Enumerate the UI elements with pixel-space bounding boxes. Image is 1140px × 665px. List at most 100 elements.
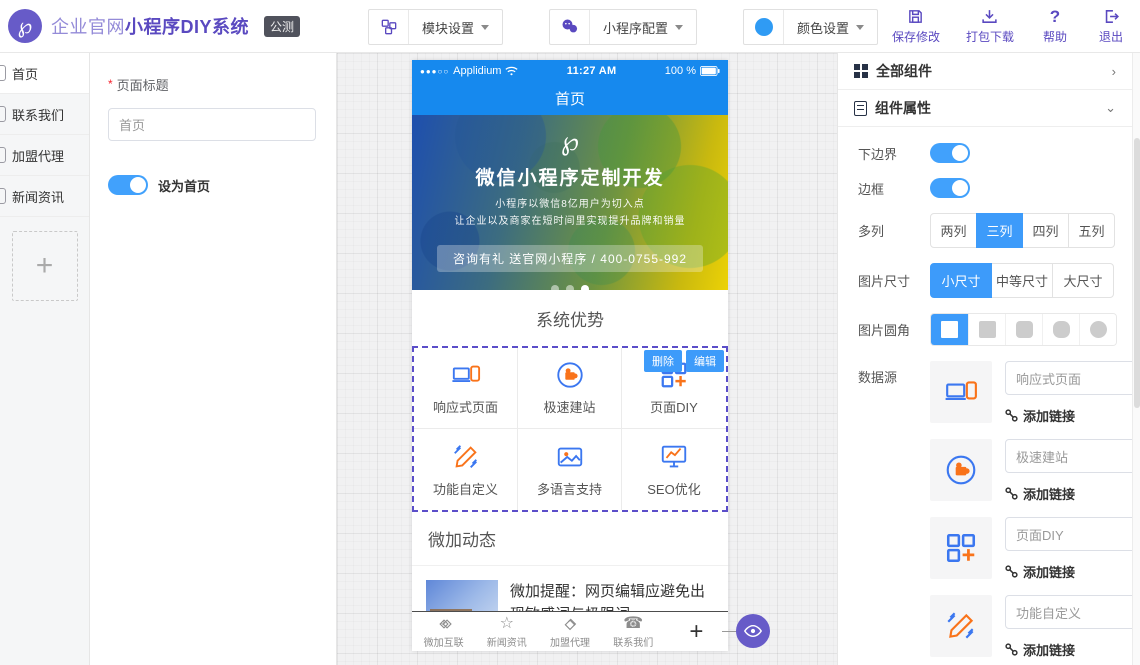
- columns-option-5[interactable]: 五列: [1068, 213, 1115, 248]
- delete-module-button[interactable]: 删除: [644, 350, 682, 372]
- exit-label: 退出: [1099, 28, 1123, 45]
- add-link-button[interactable]: 添加链接: [1005, 406, 1132, 425]
- all-components-header[interactable]: 全部组件 ›: [838, 53, 1132, 90]
- size-option-small-selected[interactable]: 小尺寸: [930, 263, 992, 298]
- feature-grid: 响应式页面 极速建站 页面DIY 功能自定义: [414, 348, 726, 510]
- banner-slide[interactable]: ℘ 微信小程序定制开发 小程序以微信8亿用户为切入点 让企业以及商家在短时间里实…: [412, 115, 728, 290]
- plus-icon: +: [36, 249, 54, 283]
- tab-contact[interactable]: ☎ 联系我们: [602, 615, 665, 649]
- datasource-label: 数据源: [858, 361, 930, 386]
- page-list-sidebar: 首页 联系我们 加盟代理 新闻资讯 +: [0, 53, 90, 665]
- chevron-right-icon: ›: [1112, 64, 1116, 79]
- set-home-toggle[interactable]: [108, 175, 148, 195]
- add-link-button[interactable]: 添加链接: [1005, 484, 1132, 503]
- battery-icon: [700, 66, 720, 76]
- phone-nav-title: 首页: [412, 82, 728, 115]
- feature-language[interactable]: 多语言支持: [518, 429, 622, 510]
- panel-scrollbar[interactable]: [1132, 53, 1140, 665]
- size-option-large[interactable]: 大尺寸: [1052, 263, 1114, 298]
- border-toggle[interactable]: [930, 178, 970, 198]
- save-label: 保存修改: [892, 28, 940, 45]
- datasource-title-input[interactable]: [1005, 595, 1132, 629]
- scrollbar-thumb[interactable]: [1134, 138, 1140, 408]
- radius-option-4[interactable]: [1079, 314, 1116, 345]
- bottom-border-toggle[interactable]: [930, 143, 970, 163]
- carousel-dot[interactable]: [566, 285, 574, 290]
- phone-tabbar: 微加互联 ☆ 新闻资讯 加盟代理 ☎ 联系我们 +: [412, 611, 728, 651]
- feature-seo[interactable]: SEO优化: [622, 429, 726, 510]
- size-option-medium[interactable]: 中等尺寸: [991, 263, 1053, 298]
- carousel-dot[interactable]: [551, 285, 559, 290]
- sidebar-item-agency[interactable]: 加盟代理: [0, 135, 89, 176]
- component-props-header[interactable]: 组件属性 ⌄: [838, 90, 1132, 127]
- sidebar-item-label: 新闻资讯: [12, 187, 64, 206]
- bottom-border-label: 下边界: [858, 144, 930, 163]
- help-button[interactable]: ? 帮助: [1040, 7, 1070, 45]
- page-settings-panel: *页面标题 设为首页: [90, 53, 337, 665]
- sidebar-item-home[interactable]: 首页: [0, 53, 89, 94]
- page-icon: [0, 65, 6, 81]
- columns-label: 多列: [858, 221, 930, 240]
- datasource-item-diy: 添加链接: [930, 517, 1132, 581]
- edit-module-button[interactable]: 编辑: [686, 350, 724, 372]
- feature-speed[interactable]: 极速建站: [518, 348, 622, 429]
- fast-build-icon: [555, 360, 585, 390]
- section-title-news: 微加动态: [412, 512, 728, 566]
- clock-label: 11:27 AM: [522, 65, 660, 77]
- add-page-button[interactable]: +: [12, 231, 78, 301]
- color-settings-label: 颜色设置: [797, 18, 849, 37]
- section-title-advantages: 系统优势: [412, 290, 728, 346]
- carousel-dot-active[interactable]: [581, 285, 589, 290]
- selected-module[interactable]: 删除 编辑 响应式页面 极速建站 页面DIY: [412, 346, 728, 512]
- sidebar-item-news[interactable]: 新闻资讯: [0, 176, 89, 217]
- page-title-input[interactable]: [108, 108, 316, 141]
- chevron-down-icon: [481, 25, 489, 30]
- page-icon: [0, 106, 6, 122]
- columns-option-2[interactable]: 两列: [930, 213, 977, 248]
- module-settings-button[interactable]: 模块设置: [368, 9, 503, 45]
- carousel-dots: [551, 285, 589, 290]
- radius-option-1[interactable]: [968, 314, 1005, 345]
- add-tab-button[interactable]: +: [665, 618, 728, 646]
- sidebar-item-contact[interactable]: 联系我们: [0, 94, 89, 135]
- radius-option-0-selected[interactable]: [931, 314, 968, 345]
- tab-news[interactable]: ☆ 新闻资讯: [475, 615, 538, 649]
- preview-eye-button[interactable]: [736, 614, 770, 648]
- feature-responsive[interactable]: 响应式页面: [414, 348, 518, 429]
- component-props-label: 组件属性: [875, 98, 931, 118]
- fast-build-icon: [930, 439, 992, 501]
- save-button[interactable]: 保存修改: [892, 7, 940, 45]
- color-settings-button[interactable]: 颜色设置: [743, 9, 878, 45]
- signal-icon: ●●●○○: [420, 67, 449, 76]
- datasource-list: 添加链接 添加链接: [930, 361, 1132, 665]
- columns-option-4[interactable]: 四列: [1022, 213, 1069, 248]
- datasource-title-input[interactable]: [1005, 517, 1132, 551]
- required-asterisk: *: [108, 77, 113, 91]
- radius-option-2[interactable]: [1005, 314, 1042, 345]
- datasource-title-input[interactable]: [1005, 361, 1132, 395]
- download-button[interactable]: 打包下载: [966, 7, 1014, 45]
- brand: ℘ 企业官网小程序DIY系统 公测: [0, 9, 330, 43]
- module-settings-label: 模块设置: [422, 18, 474, 37]
- chevron-down-icon: [675, 25, 683, 30]
- components-grid-icon: [854, 64, 868, 78]
- banner-title: 微信小程序定制开发: [475, 163, 664, 190]
- tab-weijia[interactable]: 微加互联: [412, 615, 475, 649]
- miniprogram-config-button[interactable]: 小程序配置: [549, 9, 697, 45]
- image-radius-options: [930, 313, 1117, 346]
- datasource-item-responsive: 添加链接: [930, 361, 1132, 425]
- logo-glyph: ℘: [18, 14, 33, 38]
- cubes-icon: [369, 10, 409, 44]
- image-size-segment: 小尺寸 中等尺寸 大尺寸: [930, 263, 1114, 298]
- exit-button[interactable]: 退出: [1096, 7, 1126, 45]
- feature-custom[interactable]: 功能自定义: [414, 429, 518, 510]
- radius-option-3[interactable]: [1042, 314, 1079, 345]
- banner-cta-button[interactable]: 咨询有礼 送官网小程序 / 400-0755-992: [437, 245, 703, 272]
- datasource-title-input[interactable]: [1005, 439, 1132, 473]
- set-home-label: 设为首页: [158, 176, 210, 195]
- star-icon: ☆: [500, 615, 514, 633]
- columns-option-3-selected[interactable]: 三列: [976, 213, 1023, 248]
- add-link-button[interactable]: 添加链接: [1005, 640, 1132, 659]
- tab-agency[interactable]: 加盟代理: [538, 615, 601, 649]
- add-link-button[interactable]: 添加链接: [1005, 562, 1132, 581]
